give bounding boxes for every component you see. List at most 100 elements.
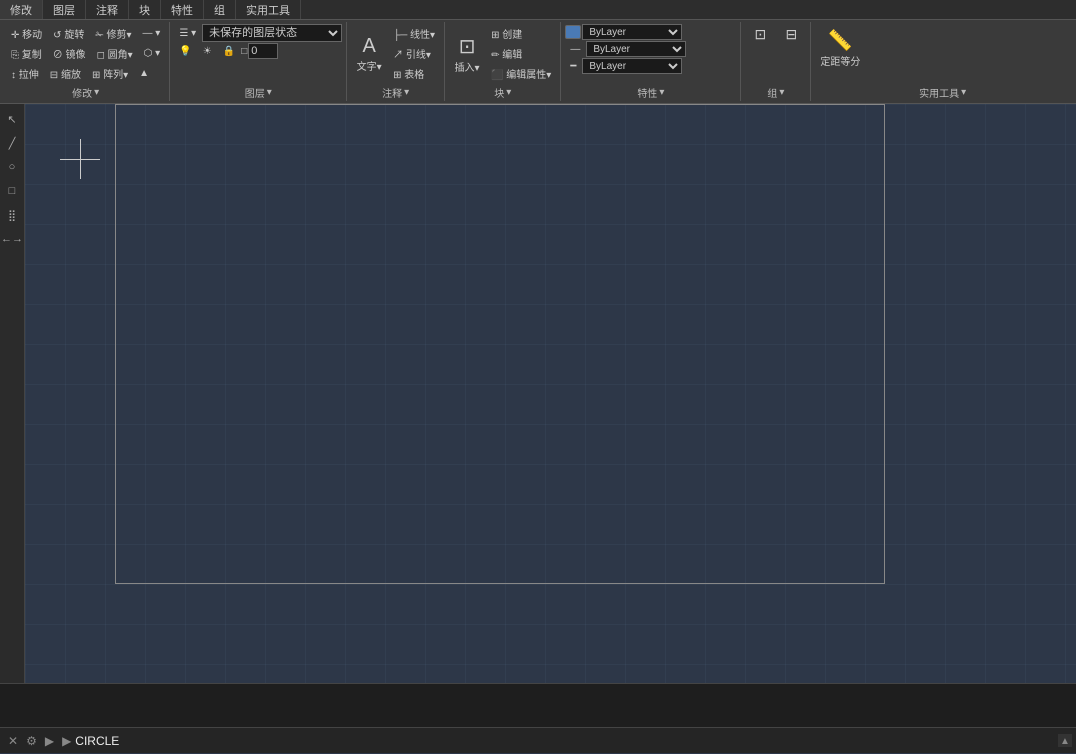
annotation-content: A 文字▾ ├─ 线性▾ ↗ 引线▾ ⊞ 表格 xyxy=(351,24,440,84)
create-block-button[interactable]: ⊞ 创建 xyxy=(486,24,527,43)
block-group: ⊡ 插入▾ ⊞ 创建 ✏ 编辑 ⬛ 编辑属性▾ xyxy=(445,22,561,101)
table-button[interactable]: ⊞ 表格 xyxy=(388,64,429,83)
rotate-button[interactable]: ↺ 旋转 xyxy=(48,24,89,43)
copy-button[interactable]: ⎘ 复制 xyxy=(6,44,47,63)
block-sub-rows: ⊞ 创建 ✏ 编辑 ⬛ 编辑属性▾ xyxy=(486,24,556,83)
annotation-sub-rows: ├─ 线性▾ ↗ 引线▾ ⊞ 表格 xyxy=(388,24,440,83)
sun-button[interactable]: ☀ xyxy=(198,44,217,59)
light-bulb-button[interactable]: 💡 xyxy=(174,44,196,59)
modify-row-3: ↕ 拉伸 ⊟ 缩放 ⊞ 阵列▾ ▲ xyxy=(6,64,165,83)
cmd-scroll-button[interactable]: ▲ xyxy=(1058,734,1072,747)
linear-dim-button[interactable]: ├─ 线性▾ xyxy=(388,24,440,43)
group-footer[interactable]: 组 ▾ xyxy=(745,84,806,101)
main-layout: ↖ ╱ ○ □ ⣿ ←→ ✕ ⚙ ▶ ▶ ▲ xyxy=(0,104,1076,753)
group-rows: ⊡ ⊟ xyxy=(745,24,806,45)
trim-button[interactable]: ✁ 修剪▾ xyxy=(90,24,136,43)
cmd-settings-button[interactable]: ⚙ xyxy=(22,733,41,749)
command-bar: ✕ ⚙ ▶ ▶ ▲ xyxy=(0,683,1076,753)
edit-attr-button[interactable]: ⬛ 编辑属性▾ xyxy=(486,64,556,83)
block-rows: ⊡ 插入▾ ⊞ 创建 ✏ 编辑 ⬛ 编辑属性▾ xyxy=(449,24,556,83)
cmd-run-button[interactable]: ▶ xyxy=(41,733,58,749)
tab-block[interactable]: 块 xyxy=(129,0,161,19)
line-tool[interactable]: ╱ xyxy=(1,132,23,154)
circle-tool[interactable]: ○ xyxy=(1,156,23,178)
annotation-label: 注释 xyxy=(382,85,402,100)
lineweight-dropdown[interactable]: ByLayer xyxy=(582,58,682,74)
group-button[interactable]: ⊡ xyxy=(745,24,775,45)
array-button[interactable]: ⊞ 阵列▾ xyxy=(87,64,133,83)
stretch-line-button[interactable]: — ▾ xyxy=(138,26,166,41)
tab-group[interactable]: 组 xyxy=(204,0,236,19)
chamfer-button[interactable]: ⬡ ▾ xyxy=(139,46,166,61)
prop-row-2: — ByLayer xyxy=(565,41,686,57)
leader-button[interactable]: ↗ 引线▾ xyxy=(388,44,436,63)
drawing-canvas[interactable] xyxy=(25,104,1076,683)
annotation-sub-3: ⊞ 表格 xyxy=(388,64,440,83)
insert-button[interactable]: ⊡ 插入▾ xyxy=(449,30,485,78)
rectangle-tool[interactable]: □ xyxy=(1,180,23,202)
group-arrow-icon: ▾ xyxy=(779,87,784,98)
ribbon: ✛ 移动 ↺ 旋转 ✁ 修剪▾ — ▾ ⎘ 复制 ⊘ 镜像 ◻ 圆角▾ ⬡ ▾ … xyxy=(0,20,1076,104)
layer-properties-button[interactable]: ☰ ▾ xyxy=(174,26,201,41)
tab-modify[interactable]: 修改 xyxy=(0,0,43,19)
layers-rows: ☰ ▾ 未保存的图层状态 💡 ☀ 🔒 □ xyxy=(174,24,342,59)
scale-button[interactable]: ⊟ 缩放 xyxy=(45,64,86,83)
block-sub-2: ✏ 编辑 xyxy=(486,44,556,63)
measure-button[interactable]: 📏 定距等分 xyxy=(815,24,865,72)
layers-label: 图层 xyxy=(245,85,265,100)
modify-rows: ✛ 移动 ↺ 旋转 ✁ 修剪▾ — ▾ ⎘ 复制 ⊘ 镜像 ◻ 圆角▾ ⬡ ▾ … xyxy=(6,24,165,83)
tab-utilities[interactable]: 实用工具 xyxy=(236,0,301,19)
text-icon: A xyxy=(362,35,375,58)
layer-zero-input[interactable] xyxy=(248,43,278,59)
linetype-dropdown[interactable]: ByLayer xyxy=(586,41,686,57)
utilities-arrow-icon: ▾ xyxy=(961,87,966,98)
utilities-label: 实用工具 xyxy=(919,85,959,100)
edit-block-button[interactable]: ✏ 编辑 xyxy=(486,44,527,63)
properties-label: 特性 xyxy=(637,85,657,100)
fillet-button[interactable]: ◻ 圆角▾ xyxy=(92,44,138,63)
select-button[interactable]: ↖ xyxy=(1,108,23,130)
measure-label: 定距等分 xyxy=(820,53,860,68)
tab-layers[interactable]: 图层 xyxy=(43,0,86,19)
lineweight-icon[interactable]: ━ xyxy=(565,59,581,74)
utilities-footer[interactable]: 实用工具 ▾ xyxy=(815,84,1070,101)
dimension-tool[interactable]: ←→ xyxy=(1,228,23,250)
layers-footer[interactable]: 图层 ▾ xyxy=(174,84,342,101)
command-input-field[interactable] xyxy=(75,734,1058,748)
move-button[interactable]: ✛ 移动 xyxy=(6,24,47,43)
cmd-close-button[interactable]: ✕ xyxy=(4,733,22,749)
text-button[interactable]: A 文字▾ xyxy=(351,31,387,77)
properties-group: ByLayer — ByLayer ━ ByLayer 特性 xyxy=(561,22,741,101)
prop-row-3: ━ ByLayer xyxy=(565,58,686,74)
left-tool-panel: ↖ ╱ ○ □ ⣿ ←→ xyxy=(0,104,25,683)
tab-properties[interactable]: 特性 xyxy=(161,0,204,19)
block-footer[interactable]: 块 ▾ xyxy=(449,84,556,101)
lock-button[interactable]: 🔒 xyxy=(218,44,240,59)
tab-annotation[interactable]: 注释 xyxy=(86,0,129,19)
crosshair xyxy=(80,159,81,160)
modify-footer[interactable]: 修改 ▾ xyxy=(6,84,165,101)
insert-label: 插入▾ xyxy=(455,59,480,74)
properties-footer[interactable]: 特性 ▾ xyxy=(565,84,736,101)
group-label: 组 xyxy=(767,85,777,100)
layers-row-1: ☰ ▾ 未保存的图层状态 xyxy=(174,24,342,42)
utilities-content: 📏 定距等分 xyxy=(815,24,1070,84)
layers-content: ☰ ▾ 未保存的图层状态 💡 ☀ 🔒 □ xyxy=(174,24,342,84)
layer-state-dropdown[interactable]: 未保存的图层状态 xyxy=(202,24,342,42)
stretch-button[interactable]: ↕ 拉伸 xyxy=(6,64,44,83)
color-swatch[interactable] xyxy=(565,25,581,39)
ungroup-button[interactable]: ⊟ xyxy=(776,24,806,45)
insert-icon: ⊡ xyxy=(459,34,476,59)
viewport-area: ↖ ╱ ○ □ ⣿ ←→ xyxy=(0,104,1076,683)
annotation-group: A 文字▾ ├─ 线性▾ ↗ 引线▾ ⊞ 表格 xyxy=(347,22,445,101)
hatch-tool[interactable]: ⣿ xyxy=(1,204,23,226)
linetype-icon[interactable]: — xyxy=(565,42,585,57)
layers-group: ☰ ▾ 未保存的图层状态 💡 ☀ 🔒 □ 图层 ▾ xyxy=(170,22,347,101)
paper-area xyxy=(115,104,885,584)
erase-button[interactable]: ▲ xyxy=(134,66,154,81)
mirror-button[interactable]: ⊘ 镜像 xyxy=(48,44,91,63)
utilities-group: 📏 定距等分 实用工具 ▾ xyxy=(811,22,1074,101)
layers-arrow-icon: ▾ xyxy=(267,87,272,98)
annotation-footer[interactable]: 注释 ▾ xyxy=(351,84,440,101)
color-dropdown[interactable]: ByLayer xyxy=(582,24,682,40)
